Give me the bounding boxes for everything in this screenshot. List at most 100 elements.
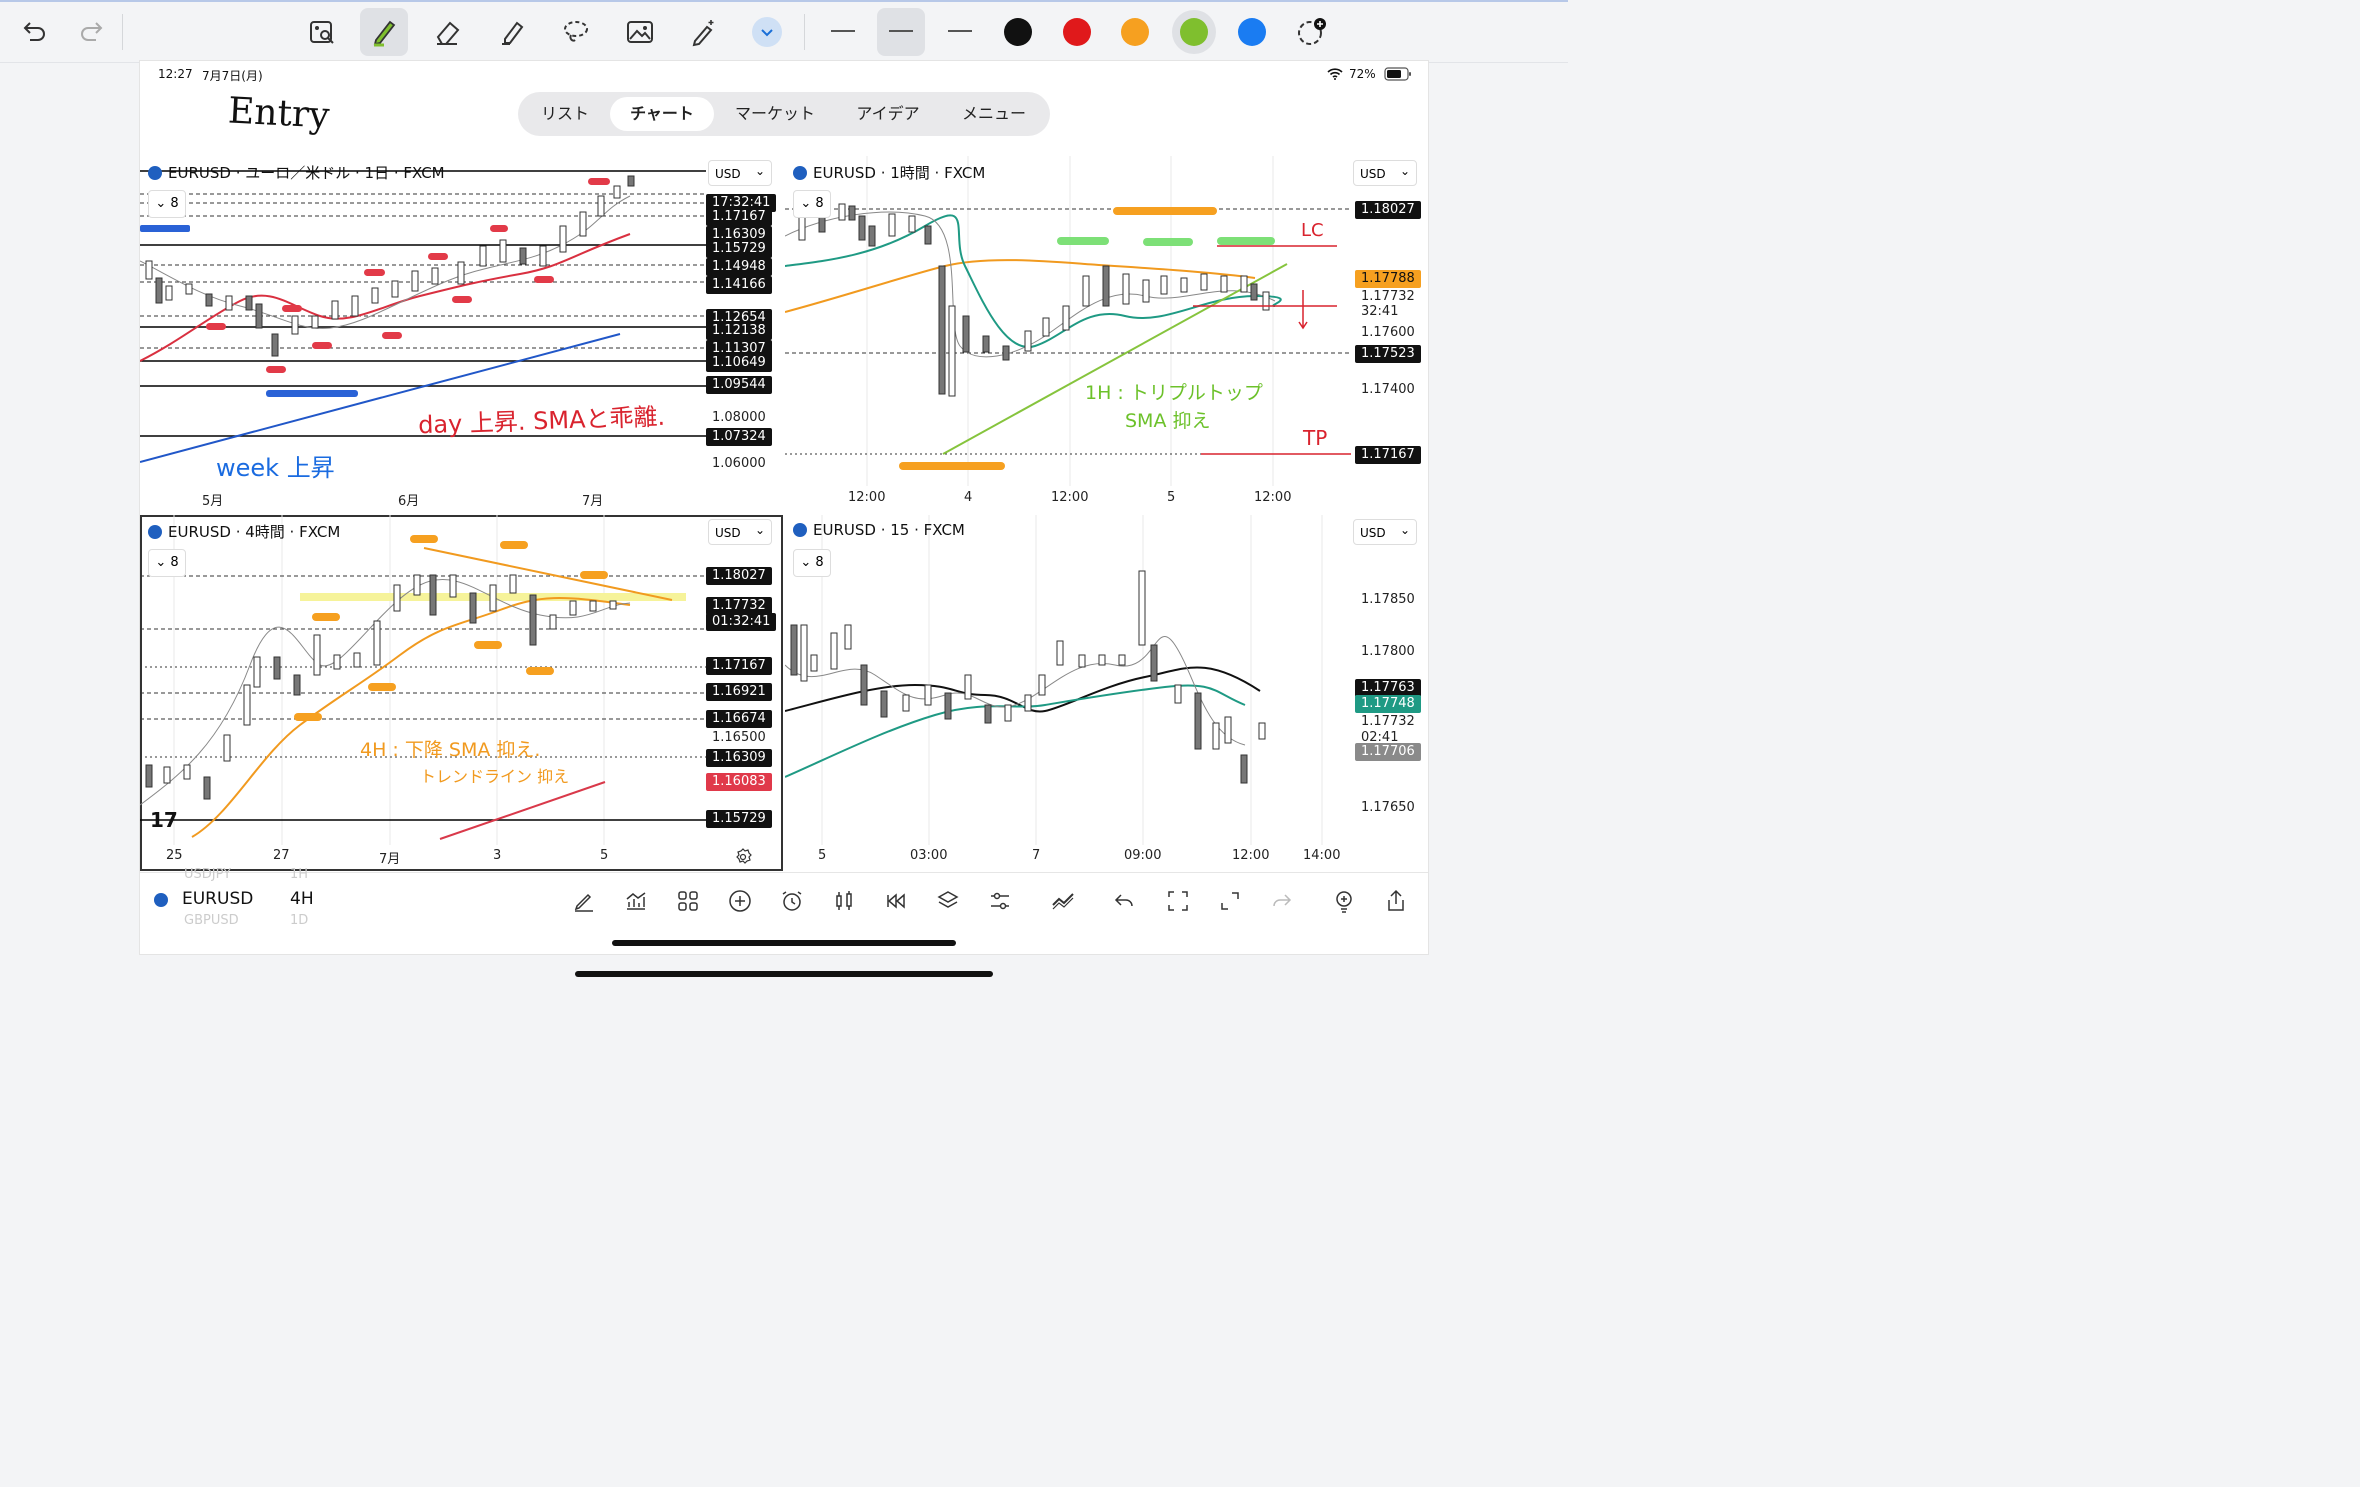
h4-chart-canvas: 17 [140, 515, 706, 845]
handwritten-h1-note-1: 1H : トリプルトップ [1085, 382, 1263, 404]
expand-icon [1221, 892, 1239, 910]
tab-menu[interactable]: メニュー [944, 97, 1044, 131]
magic-pen-tool[interactable] [680, 8, 728, 56]
image-search-tool[interactable] [298, 8, 346, 56]
undo-button[interactable] [10, 8, 58, 56]
settings-button[interactable] [984, 885, 1016, 917]
image-tool[interactable] [616, 8, 664, 56]
candles-button[interactable] [828, 885, 860, 917]
h4-currency-select[interactable]: USD [708, 517, 772, 545]
m15-indicator-count[interactable]: ⌄ 8 [793, 549, 831, 577]
daily-price-tag: 1.09544 [706, 376, 772, 394]
h1-chart-canvas [785, 156, 1351, 486]
fullscreen-button[interactable] [1162, 885, 1194, 917]
color-green[interactable] [1180, 18, 1208, 46]
h4-price-tag: 1.18027 [706, 567, 772, 585]
lasso-icon [564, 21, 588, 42]
color-red[interactable] [1063, 18, 1091, 46]
replay-button[interactable] [880, 885, 912, 917]
line-width-thick[interactable] [948, 30, 972, 32]
chart-panel-4h[interactable]: 17 EURUSD · 4時間 · FXCM USD ⌄ 8 1.18027 1.… [140, 515, 783, 871]
replay-icon [887, 893, 905, 909]
handwritten-h4-note-2: トレンドライン 抑え [420, 767, 570, 786]
expand-button[interactable] [1214, 885, 1246, 917]
m15-currency-select[interactable]: USD [1353, 517, 1417, 545]
daily-currency-select[interactable]: USD [708, 158, 772, 186]
color-blue[interactable] [1238, 18, 1266, 46]
pen-tool[interactable] [360, 8, 408, 56]
h1-price-tag: 1.17600 [1361, 325, 1415, 340]
ghost-prev-symbol: USDJPY [184, 867, 232, 882]
lasso-tool[interactable] [552, 8, 600, 56]
chart-panel-1h[interactable]: EURUSD · 1時間 · FXCM USD ⌄ 8 1.18027 1.177… [785, 156, 1428, 512]
settings-icon [991, 892, 1009, 910]
indicators-button[interactable] [620, 885, 652, 917]
chart-panel-15m[interactable]: EURUSD · 15 · FXCM USD ⌄ 8 1.17850 1.1780… [785, 515, 1428, 871]
h4-count-value: 8 [170, 555, 179, 570]
m15-x-label: 09:00 [1124, 848, 1162, 863]
layers-button[interactable] [932, 885, 964, 917]
compare-button[interactable] [1048, 885, 1080, 917]
tab-chart[interactable]: チャート [610, 97, 714, 131]
h4-price-tag: 1.15729 [706, 810, 772, 828]
tab-list[interactable]: リスト [524, 97, 606, 131]
undo-chart-button[interactable] [1108, 885, 1140, 917]
highlighter-tool[interactable] [488, 8, 536, 56]
color-black[interactable] [1004, 18, 1032, 46]
handwritten-tp: TP [1303, 426, 1328, 450]
tab-market[interactable]: マーケット [720, 97, 830, 131]
h1-currency-select[interactable]: USD [1353, 158, 1417, 186]
color-orange[interactable] [1121, 18, 1149, 46]
layout-button[interactable] [672, 885, 704, 917]
symbol-selector[interactable]: EURUSD [182, 889, 253, 909]
daily-indicator-count[interactable]: ⌄ 8 [148, 190, 186, 218]
idea-icon [1336, 891, 1352, 913]
eu-us-flag-icon [793, 166, 807, 180]
draw-button[interactable] [568, 885, 600, 917]
device-home-indicator [575, 971, 993, 977]
add-color-button[interactable] [1288, 8, 1336, 56]
magic-pen-icon [692, 20, 714, 47]
share-button[interactable] [1380, 885, 1412, 917]
idea-button[interactable] [1328, 885, 1360, 917]
h1-x-label: 12:00 [1051, 490, 1089, 505]
ghost-next-symbol: GBPUSD [184, 913, 239, 928]
redo-button[interactable] [68, 8, 116, 56]
redo-icon [1273, 894, 1292, 907]
line-width-thin[interactable] [831, 30, 855, 32]
m15-price-tag: 1.17800 [1361, 644, 1415, 659]
m15-chart-canvas [785, 515, 1323, 845]
chart-settings-icon[interactable] [734, 848, 752, 866]
h1-x-label: 5 [1167, 490, 1176, 505]
layers-icon [937, 891, 959, 908]
h4-indicator-count[interactable]: ⌄ 8 [148, 549, 186, 577]
wifi-icon [1327, 68, 1343, 80]
chevron-down-icon: ⌄ [800, 555, 816, 570]
m15-x-label: 5 [818, 848, 827, 863]
eu-us-flag-icon [154, 893, 168, 907]
h4-price-tag: 1.16674 [706, 710, 772, 728]
h1-x-label: 4 [964, 490, 973, 505]
tab-ideas[interactable]: アイデア [836, 97, 940, 131]
eraser-tool[interactable] [424, 8, 472, 56]
interval-selector[interactable]: 4H [290, 889, 314, 909]
h1-price-tag: 1.17523 [1355, 345, 1421, 363]
handwritten-week-note: week 上昇 [216, 454, 335, 482]
redo-chart-button[interactable] [1266, 885, 1298, 917]
m15-price-tag: 1.17850 [1361, 592, 1415, 607]
daily-price-tag: 1.14166 [706, 276, 772, 294]
h4-price-tag: 01:32:41 [706, 613, 777, 631]
eu-us-flag-icon [793, 523, 807, 537]
alert-button[interactable] [776, 885, 808, 917]
handwritten-lc: LC [1301, 220, 1324, 241]
tool-options-button[interactable] [752, 17, 782, 47]
h4-price-tag: 1.16500 [712, 730, 766, 745]
chevron-down-icon: ⌄ [155, 196, 171, 211]
add-button[interactable] [724, 885, 756, 917]
draw-icon [574, 893, 593, 912]
line-width-medium[interactable] [877, 8, 925, 56]
h1-indicator-count[interactable]: ⌄ 8 [793, 190, 831, 218]
image-icon [627, 21, 653, 43]
daily-x-label: 5月 [202, 494, 224, 509]
chart-panel-daily[interactable]: EURUSD · ユーロ／米ドル · 1日 · FXCM USD ⌄ 8 17:… [140, 156, 783, 512]
